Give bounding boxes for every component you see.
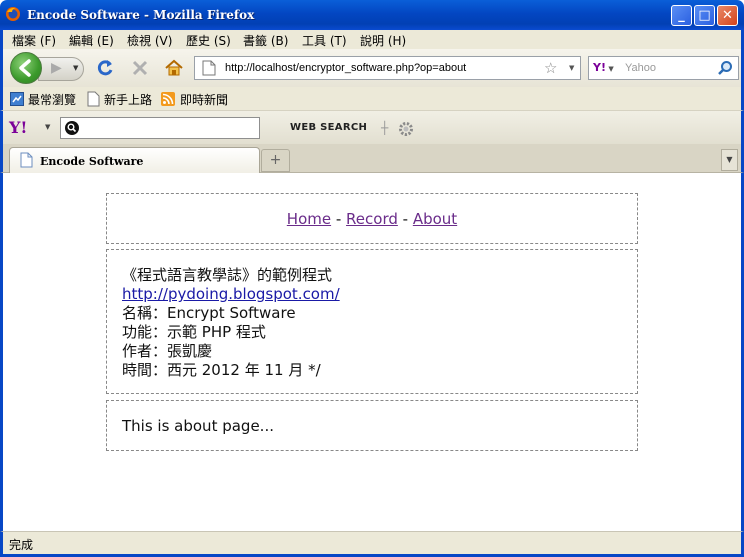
new-tab-button[interactable]: + [261, 149, 290, 172]
forward-button[interactable]: ▶ ▼ [38, 57, 84, 81]
menubar: 檔案 (F) 編輯 (E) 檢視 (V) 歷史 (S) 書籤 (B) 工具 (T… [0, 30, 744, 49]
page-content: Home - Record - About 《程式語言教學誌》的範例程式 htt… [0, 173, 744, 531]
nav-separator: - [331, 210, 347, 228]
page-icon [202, 60, 216, 79]
menu-file[interactable]: 檔案 (F) [12, 32, 56, 49]
about-box: This is about page... [106, 400, 638, 451]
yahoo-logo[interactable]: Y! [9, 118, 27, 137]
rss-feed-icon [161, 92, 175, 109]
navigation-toolbar: ▶ ▼ http://localhost/encryptor_software.… [0, 49, 744, 87]
back-arrow-icon [19, 59, 31, 77]
search-placeholder: Yahoo [625, 62, 656, 74]
nav-link-about[interactable]: About [413, 210, 457, 228]
info-author: 作者：張凱慶 [122, 342, 213, 360]
yahoo-search-input[interactable] [60, 117, 260, 139]
url-dropdown-icon[interactable]: ▼ [569, 64, 574, 72]
maximize-button[interactable]: □ [694, 5, 715, 26]
info-function: 功能：示範 PHP 程式 [122, 323, 266, 341]
site-nav-box: Home - Record - About [106, 193, 638, 244]
settings-gear-icon[interactable] [397, 120, 415, 141]
firefox-logo-icon [5, 6, 21, 22]
bookmark-getting-started[interactable]: 新手上路 [104, 91, 152, 108]
status-bar: 完成 [0, 531, 744, 557]
search-bar[interactable]: Y! ▼ Yahoo [588, 56, 739, 80]
menu-view[interactable]: 檢視 (V) [127, 32, 172, 49]
minimize-button[interactable]: _ [671, 5, 692, 26]
menu-history[interactable]: 歷史 (S) [186, 32, 231, 49]
plus-icon: + [269, 152, 282, 168]
bookmarks-toolbar: 最常瀏覽 新手上路 即時新聞 [0, 87, 744, 111]
web-search-button[interactable]: WEB SEARCH [290, 122, 367, 133]
tab-encode-software[interactable]: Encode Software [9, 147, 260, 173]
nav-link-record[interactable]: Record [346, 210, 398, 228]
menu-help[interactable]: 說明 (H) [360, 32, 406, 49]
site-nav-links: Home - Record - About [107, 210, 637, 228]
reload-icon[interactable] [95, 58, 115, 81]
info-heading: 《程式語言教學誌》的範例程式 [122, 266, 333, 284]
info-name: 名稱：Encrypt Software [122, 304, 296, 322]
search-icon[interactable] [717, 60, 733, 79]
most-visited-icon [10, 92, 24, 109]
menu-tools[interactable]: 工具 (T) [302, 32, 347, 49]
window-title: Encode Software - Mozilla Firefox [27, 8, 255, 22]
address-bar[interactable]: http://localhost/encryptor_software.php?… [194, 56, 581, 80]
menu-edit[interactable]: 編輯 (E) [69, 32, 114, 49]
tab-page-icon [20, 152, 33, 171]
nav-link-home[interactable]: Home [287, 210, 331, 228]
yahoo-engine-icon[interactable]: Y! ▼ [593, 61, 614, 74]
yahoo-menu-dropdown-icon[interactable]: ▼ [45, 123, 50, 131]
window-titlebar: Encode Software - Mozilla Firefox _ □ ✕ [0, 0, 744, 30]
blog-link[interactable]: http://pydoing.blogspot.com/ [122, 285, 340, 303]
tab-label: Encode Software [40, 155, 144, 168]
program-info-box: 《程式語言教學誌》的範例程式 http://pydoing.blogspot.c… [106, 249, 638, 394]
address-url: http://localhost/encryptor_software.php?… [225, 62, 467, 74]
bookmark-star-icon[interactable]: ☆ [544, 59, 557, 77]
tab-strip: Encode Software + ▼ [0, 144, 744, 173]
getting-started-icon [87, 91, 100, 110]
stop-icon[interactable] [130, 58, 150, 81]
history-dropdown-icon[interactable]: ▼ [73, 64, 78, 72]
home-icon[interactable] [163, 57, 185, 82]
about-text: This is about page... [122, 417, 274, 435]
menu-bookmarks[interactable]: 書籤 (B) [243, 32, 288, 49]
program-info-lines: 《程式語言教學誌》的範例程式 http://pydoing.blogspot.c… [122, 266, 340, 380]
back-button[interactable] [10, 52, 42, 84]
yahoo-search-icon [65, 121, 79, 138]
chevron-down-icon: ▼ [726, 155, 733, 164]
bookmark-latest-news[interactable]: 即時新聞 [180, 91, 228, 108]
close-button[interactable]: ✕ [717, 5, 738, 26]
toolbar-separator-icon: ┼ [381, 121, 389, 135]
yahoo-toolbar: Y! ▼ WEB SEARCH ┼ [0, 111, 744, 144]
nav-separator: - [397, 210, 413, 228]
info-time: 時間：西元 2012 年 11 月 */ [122, 361, 321, 379]
list-all-tabs-button[interactable]: ▼ [721, 149, 738, 171]
bookmark-most-visited[interactable]: 最常瀏覽 [28, 91, 76, 108]
status-text: 完成 [9, 538, 34, 552]
forward-arrow-icon: ▶ [51, 60, 62, 76]
